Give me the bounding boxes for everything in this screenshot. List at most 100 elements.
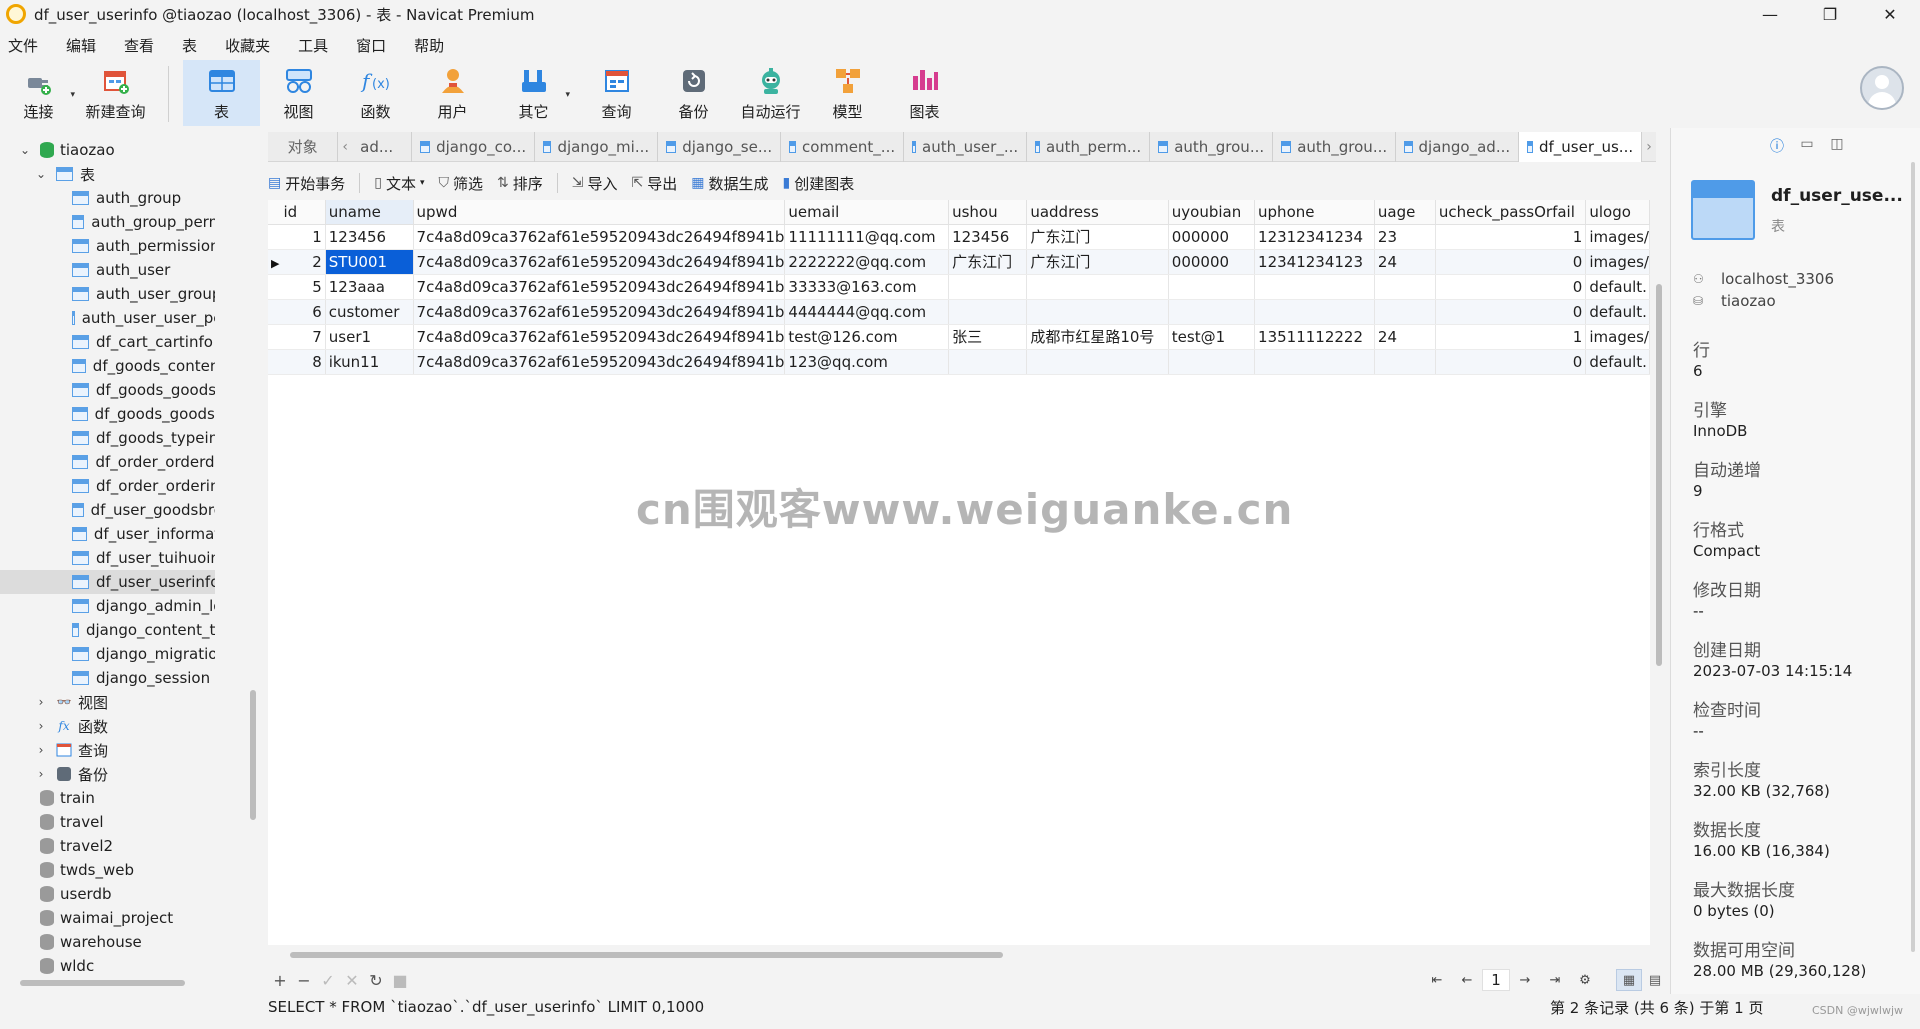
column-header[interactable]: ulogo (1585, 200, 1650, 225)
tree-table-item[interactable]: auth_user (0, 258, 215, 282)
tree-table-item[interactable]: df_user_information (0, 522, 215, 546)
table-row[interactable]: 7 user1 7c4a8d09ca3762af61e59520943dc26494… (268, 324, 1650, 350)
table-cell[interactable] (948, 274, 1028, 300)
chevron-right-icon[interactable]: › (1642, 132, 1656, 162)
table-cell[interactable] (1168, 274, 1256, 300)
table-cell[interactable]: 8 (280, 349, 326, 375)
tree-table-item[interactable]: df_user_goodsbrows (0, 498, 215, 522)
chevron-right-icon[interactable]: › (34, 743, 48, 757)
table-cell[interactable]: 23 (1374, 224, 1436, 250)
user-button[interactable]: 用户 (414, 60, 491, 126)
table-cell[interactable] (1026, 299, 1169, 325)
grid-view-icon[interactable]: ▦ (1616, 969, 1642, 991)
table-cell[interactable]: 123@qq.com (784, 349, 950, 375)
create-chart-button[interactable]: ▮ 创建图表 (783, 173, 855, 194)
table-cell[interactable]: default. (1585, 299, 1650, 325)
table-cell[interactable] (1168, 299, 1256, 325)
caret-down-icon[interactable]: ▾ (70, 90, 75, 100)
connect-button[interactable]: 连接 ▾ (0, 60, 77, 126)
table-cell[interactable]: 000000 (1168, 249, 1256, 275)
chevron-left-icon[interactable]: ‹ (338, 132, 352, 162)
table-cell[interactable]: 0 (1435, 299, 1587, 325)
table-cell[interactable]: 7c4a8d09ca3762af61e59520943dc26494f8941b (413, 324, 786, 350)
table-cell[interactable]: 张三 (948, 324, 1028, 350)
next-page-button[interactable]: → (1510, 973, 1540, 988)
menu-help[interactable]: 帮助 (406, 35, 453, 56)
table-cell[interactable] (1374, 349, 1436, 375)
table-row[interactable]: 8 ikun11 7c4a8d09ca3762af61e59520943dc2649… (268, 349, 1650, 375)
tree-table-item[interactable]: df_user_tuihuoinfo (0, 546, 215, 570)
table-row[interactable]: 5 123aaa 7c4a8d09ca3762af61e59520943dc2649… (268, 274, 1650, 300)
user-avatar[interactable] (1860, 66, 1904, 110)
delete-record-button[interactable]: − (292, 971, 316, 990)
menu-window[interactable]: 窗口 (348, 35, 395, 56)
table-cell[interactable]: 广东江门 (948, 249, 1028, 275)
table-row[interactable]: ▶ 2 STU001 7c4a8d09ca3762af61e59520943dc264… (268, 249, 1650, 275)
tree-table-item[interactable]: df_goods_contentch (0, 354, 215, 378)
tree-table-item[interactable]: df_goods_goodsinfo (0, 402, 215, 426)
table-cell[interactable] (948, 299, 1028, 325)
table-row[interactable]: 1 123456 7c4a8d09ca3762af61e59520943dc2649… (268, 224, 1650, 250)
table-cell[interactable]: 12312341234 (1254, 224, 1375, 250)
tree-database-item[interactable]: userdb (0, 882, 215, 906)
data-generation-button[interactable]: ▦ 数据生成 (691, 173, 768, 194)
import-button[interactable]: ⇲ 导入 (572, 173, 618, 194)
column-header[interactable]: uemail (784, 200, 950, 225)
tree-table-item[interactable]: django_admin_log (0, 594, 215, 618)
menu-table[interactable]: 表 (174, 35, 206, 56)
grid-vertical-scrollbar[interactable] (1656, 284, 1662, 666)
table-cell[interactable]: 1 (1435, 224, 1587, 250)
table-cell[interactable]: test@126.com (784, 324, 950, 350)
minimize-button[interactable]: — (1740, 0, 1800, 28)
table-cell[interactable] (1254, 299, 1375, 325)
function-button[interactable]: f (x) 函数 (337, 60, 414, 126)
table-cell[interactable]: 7c4a8d09ca3762af61e59520943dc26494f8941b (413, 274, 786, 300)
tree-table-item[interactable]: df_order_orderdetai (0, 450, 215, 474)
row-marker[interactable] (268, 274, 281, 300)
menu-edit[interactable]: 编辑 (58, 35, 105, 56)
tree-table-item[interactable]: auth_group_permiss (0, 210, 215, 234)
table-cell[interactable]: 7c4a8d09ca3762af61e59520943dc26494f8941b (413, 349, 786, 375)
tree-table-item[interactable]: df_goods_goodscon (0, 378, 215, 402)
table-cell[interactable]: user1 (325, 324, 414, 350)
tab-item[interactable]: comment_... (781, 131, 905, 162)
tree-functions-folder[interactable]: › fx 函数 (0, 714, 215, 738)
table-cell[interactable]: STU001 (325, 249, 414, 275)
preview-icon[interactable]: ◫ (1822, 136, 1852, 156)
column-header[interactable]: uname (325, 200, 414, 225)
table-cell[interactable]: 7c4a8d09ca3762af61e59520943dc26494f8941b (413, 224, 786, 250)
info-panel-scrollbar[interactable] (1911, 162, 1915, 952)
chevron-right-icon[interactable]: › (34, 719, 48, 733)
tab-item[interactable]: django_mi... (535, 131, 659, 162)
chevron-down-icon[interactable]: ⌄ (34, 167, 48, 181)
tree-table-item[interactable]: django_session (0, 666, 215, 690)
tree-table-item[interactable]: auth_permission (0, 234, 215, 258)
table-cell[interactable]: 5 (280, 274, 326, 300)
tree-database-item[interactable]: travel (0, 810, 215, 834)
table-cell[interactable]: 24 (1374, 324, 1436, 350)
tree-table-item[interactable]: df_order_orderinfo (0, 474, 215, 498)
table-cell[interactable]: 7c4a8d09ca3762af61e59520943dc26494f8941b (413, 249, 786, 275)
maximize-button[interactable]: ❐ (1800, 0, 1860, 28)
tab-item[interactable]: df_user_us... (1519, 131, 1643, 162)
row-marker[interactable] (268, 324, 281, 350)
table-cell[interactable] (948, 349, 1028, 375)
table-cell[interactable]: 广东江门 (1026, 249, 1169, 275)
grid-horizontal-scrollbar[interactable] (290, 952, 1003, 958)
table-cell[interactable]: 0 (1435, 249, 1587, 275)
tree-tables-folder[interactable]: ⌄ 表 (0, 162, 215, 186)
tree-database-item[interactable]: waimai_project (0, 906, 215, 930)
refresh-button[interactable]: ↻ (364, 971, 388, 990)
stop-button[interactable]: ■ (388, 971, 412, 990)
tab-item[interactable]: auth_user_... (904, 131, 1028, 162)
tree-table-item[interactable]: df_goods_typeinfo (0, 426, 215, 450)
table-cell[interactable]: images/ (1585, 224, 1650, 250)
tab-item[interactable]: django_ad... (1396, 131, 1520, 162)
table-cell[interactable]: default. (1585, 349, 1650, 375)
gear-icon[interactable]: ⚙ (1570, 973, 1600, 988)
tree-backups-folder[interactable]: › 备份 (0, 762, 215, 786)
export-button[interactable]: ⇱ 导出 (632, 173, 678, 194)
sort-button[interactable]: ⇅ 排序 (497, 173, 543, 194)
table-cell[interactable]: images/ (1585, 249, 1650, 275)
table-cell[interactable]: 7 (280, 324, 326, 350)
